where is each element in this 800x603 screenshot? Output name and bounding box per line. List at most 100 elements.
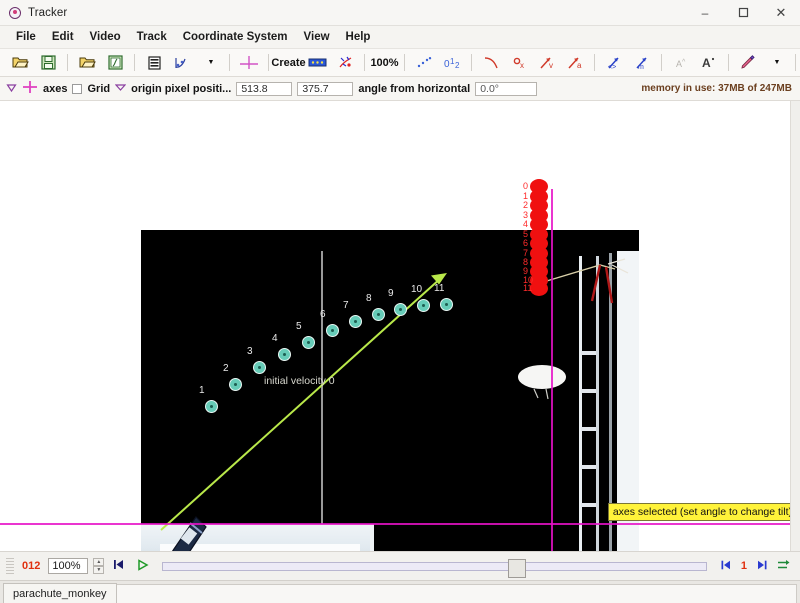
scene-ladder-rung-5	[581, 503, 596, 507]
axis-horizontal[interactable]	[0, 523, 800, 525]
zoom-stepper-down[interactable]: ▼	[93, 566, 105, 574]
frame-slider[interactable]	[162, 558, 707, 578]
svg-text:^: ^	[682, 59, 686, 66]
toolbar-separator	[67, 54, 68, 71]
zoom-control[interactable]: 100%	[370, 52, 399, 74]
trail-icon[interactable]	[410, 52, 438, 74]
menu-help[interactable]: Help	[338, 29, 379, 45]
player-zoom-field[interactable]: 100%	[48, 558, 89, 574]
drawing-dropdown-icon[interactable]: ▼	[762, 52, 790, 74]
projectile-marker[interactable]	[278, 348, 291, 361]
projectile-marker[interactable]	[253, 361, 266, 374]
grid-checkbox[interactable]	[72, 83, 83, 94]
maximize-button[interactable]	[724, 0, 762, 25]
scene-parachute	[518, 365, 566, 400]
font-larger-icon[interactable]: A	[695, 52, 723, 74]
monkey-marker[interactable]	[530, 281, 548, 296]
play-icon[interactable]	[133, 558, 153, 574]
projectile-marker[interactable]	[349, 315, 362, 328]
acceleration-vector-icon[interactable]: a	[561, 52, 589, 74]
menu-track[interactable]: Track	[129, 29, 175, 45]
labels-icon[interactable]: 0 1 2	[438, 52, 466, 74]
axes-crosshair-icon[interactable]	[22, 80, 38, 97]
model-vector-icon[interactable]: m	[628, 52, 656, 74]
plot-view-icon[interactable]	[168, 52, 196, 74]
scene-ladder-rung-3	[581, 427, 596, 431]
toolbar-separator	[229, 54, 230, 71]
svg-text:<>: <>	[608, 64, 616, 70]
menu-coordinate-system[interactable]: Coordinate System	[175, 29, 296, 45]
projectile-marker[interactable]	[440, 298, 453, 311]
projectile-marker-label: 1	[199, 385, 205, 396]
scene-launcher	[171, 516, 207, 551]
menu-file[interactable]: File	[8, 29, 44, 45]
frame-slider-thumb[interactable]	[508, 558, 527, 578]
axes-icon[interactable]	[235, 52, 263, 74]
projectile-marker-label: 10	[411, 284, 423, 295]
open-video-icon[interactable]	[6, 52, 34, 74]
close-button[interactable]: ✕	[762, 0, 800, 25]
font-smaller-icon[interactable]: A ^	[667, 52, 695, 74]
tab-parachute-monkey[interactable]: parachute_monkey	[3, 583, 117, 603]
video-stage[interactable]: initial velocity 0 1 2 3 4 5 6 7 8 9 10 11 0123456…	[0, 101, 800, 551]
monkey-marker-label: 2	[523, 200, 529, 210]
axis-vertical[interactable]	[551, 189, 553, 551]
player-zoom-stepper[interactable]: ▲ ▼	[93, 558, 105, 574]
initial-velocity-label: initial velocity 0	[264, 375, 335, 387]
step-size-value[interactable]: 1	[741, 560, 747, 572]
triangle-toggle-icon[interactable]	[6, 82, 17, 96]
vertical-scrollbar[interactable]	[790, 101, 800, 551]
toolbar-separator	[404, 54, 405, 71]
tracker-disc-icon	[8, 6, 22, 20]
zoom-level-label: 100%	[370, 56, 399, 69]
drawing-tool-icon[interactable]	[734, 52, 762, 74]
projectile-marker[interactable]	[302, 336, 315, 349]
projectile-marker[interactable]	[394, 303, 407, 316]
plot-dropdown-icon[interactable]: ▼	[196, 52, 224, 74]
angle-field[interactable]: 0.0°	[475, 81, 538, 96]
toolbar-separator	[268, 54, 269, 71]
menu-bar: File Edit Video Track Coordinate System …	[0, 26, 800, 49]
create-track-button[interactable]: Create	[271, 52, 306, 74]
window-title: Tracker	[28, 6, 68, 19]
velocity-vector-icon[interactable]: v	[533, 52, 561, 74]
skip-to-start-icon[interactable]	[109, 559, 128, 573]
toolbar-separator	[594, 54, 595, 71]
calibration-tape-icon[interactable]	[303, 52, 331, 74]
data-table-icon[interactable]	[140, 52, 168, 74]
projectile-marker-label: 8	[366, 293, 372, 304]
projectile-marker-label: 9	[388, 288, 394, 299]
center-of-mass-icon[interactable]: <>	[600, 52, 628, 74]
projectile-marker[interactable]	[326, 324, 339, 337]
svg-text:x: x	[520, 61, 524, 70]
chevron-down-icon[interactable]	[114, 83, 127, 95]
menu-video[interactable]: Video	[82, 29, 129, 45]
origin-x-field[interactable]: 513.8	[236, 81, 293, 96]
svg-text:A: A	[702, 56, 711, 70]
projectile-marker[interactable]	[229, 378, 242, 391]
save-tab-icon[interactable]	[34, 52, 62, 74]
zoom-stepper-up[interactable]: ▲	[93, 558, 105, 566]
position-vector-icon[interactable]: x	[505, 52, 533, 74]
calibration-points-icon[interactable]	[331, 52, 359, 74]
menu-edit[interactable]: Edit	[44, 29, 82, 45]
projectile-marker[interactable]	[205, 400, 218, 413]
minimize-button[interactable]: –	[686, 0, 724, 25]
loop-icon[interactable]	[777, 559, 794, 574]
step-forward-icon[interactable]	[756, 560, 768, 573]
origin-y-field[interactable]: 375.7	[297, 81, 354, 96]
create-label: Create	[271, 56, 306, 69]
open-library-icon[interactable]	[73, 52, 101, 74]
toolbar-separator	[795, 54, 796, 71]
projectile-marker[interactable]	[417, 299, 430, 312]
step-back-icon[interactable]	[720, 560, 732, 573]
grid-label: Grid	[87, 82, 111, 95]
player-bar: 012 100% ▲ ▼ 1	[0, 551, 800, 580]
projectile-marker[interactable]	[372, 308, 385, 321]
export-spreadsheet-icon[interactable]	[101, 52, 129, 74]
path-icon[interactable]	[477, 52, 505, 74]
menu-view[interactable]: View	[296, 29, 338, 45]
scene-bench-shadow	[370, 524, 555, 551]
axes-toolbar: axes Grid origin pixel positi... 513.8 3…	[0, 77, 800, 101]
player-drag-handle[interactable]	[6, 558, 14, 574]
